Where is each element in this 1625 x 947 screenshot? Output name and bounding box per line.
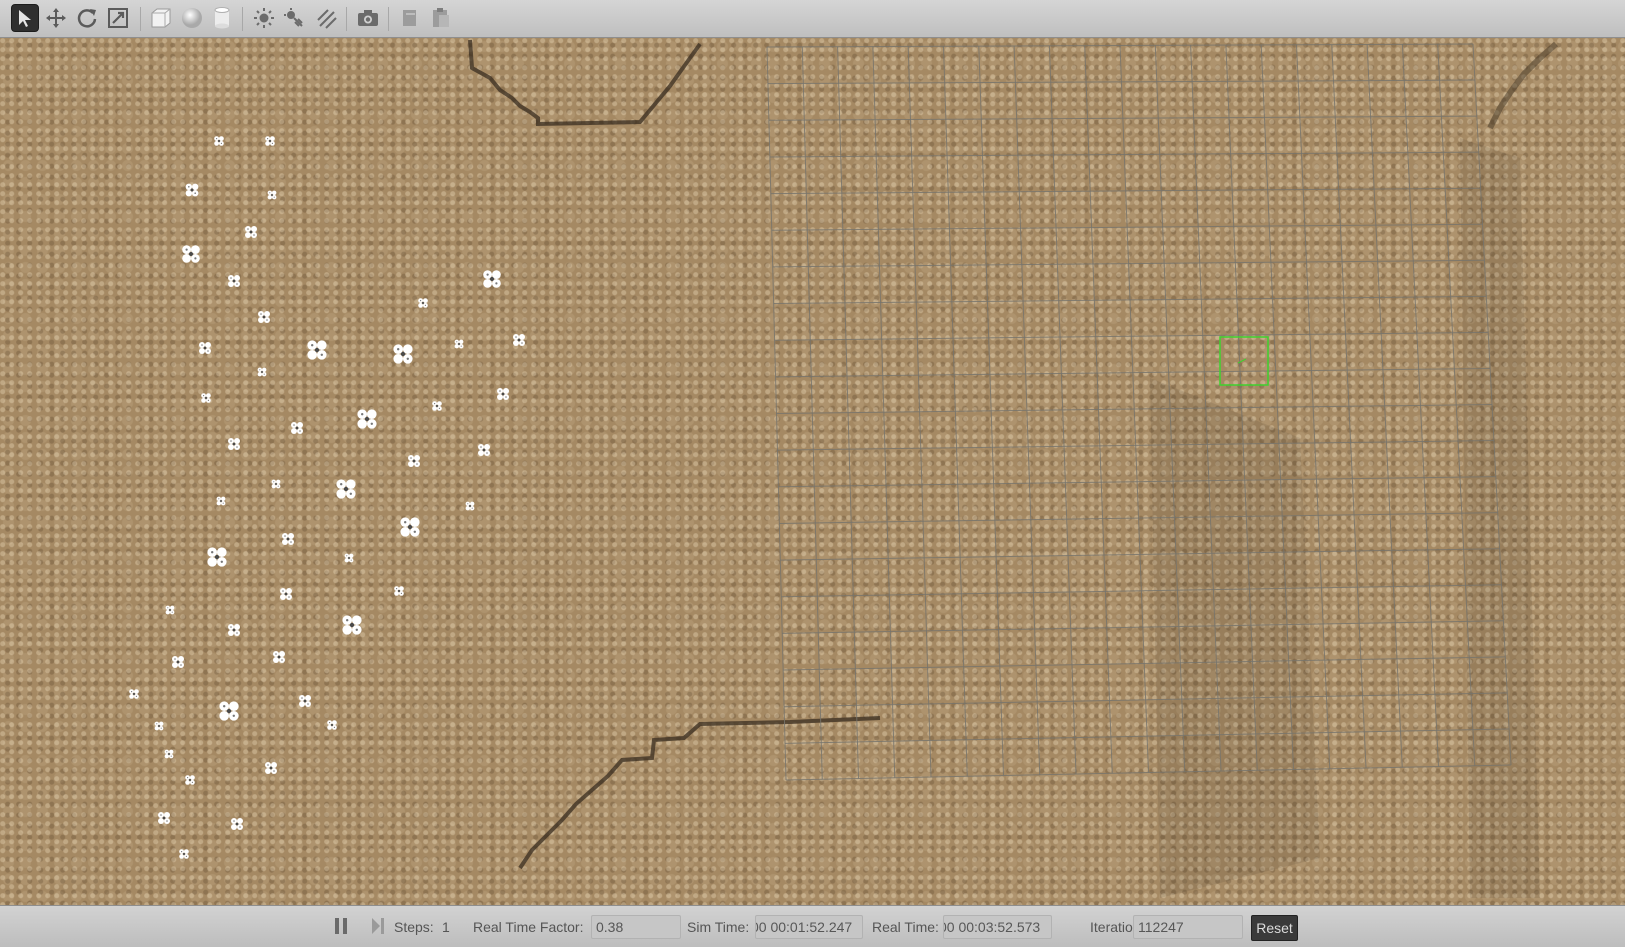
quadrotor-model[interactable]	[185, 183, 199, 197]
quadrotor-swarm	[129, 136, 525, 859]
quadrotor-model[interactable]	[327, 720, 337, 730]
quadrotor-model[interactable]	[185, 775, 195, 785]
quadrotor-model[interactable]	[483, 270, 501, 288]
quadrotor-model[interactable]	[336, 479, 356, 499]
quadrotor-model[interactable]	[165, 605, 175, 615]
quadrotor-model[interactable]	[454, 339, 464, 349]
cylinder-shape-icon[interactable]	[208, 4, 236, 32]
quadrotor-model[interactable]	[282, 533, 294, 545]
sphere-shape-icon[interactable]	[178, 4, 206, 32]
sim-time-field: 00 00:01:52.247	[755, 915, 863, 939]
toolbar	[0, 0, 1625, 38]
quadrotor-model[interactable]	[342, 615, 362, 635]
quadrotor-model[interactable]	[271, 479, 281, 489]
quadrotor-model[interactable]	[465, 501, 475, 511]
quadrotor-model[interactable]	[199, 342, 211, 354]
quadrotor-model[interactable]	[154, 721, 164, 731]
quadrotor-model[interactable]	[265, 762, 277, 774]
quadrotor-model[interactable]	[129, 689, 139, 699]
quadrotor-model[interactable]	[228, 438, 240, 450]
rotate-icon[interactable]	[73, 4, 101, 32]
quadrotor-model[interactable]	[182, 245, 200, 263]
quadrotor-model[interactable]	[393, 344, 413, 364]
iterations-field: 112247	[1133, 915, 1243, 939]
status-bar: Steps: 1 Real Time Factor: 0.38 Sim Time…	[0, 905, 1625, 947]
quadrotor-model[interactable]	[280, 588, 292, 600]
quadrotor-model[interactable]	[258, 311, 270, 323]
quadrotor-model[interactable]	[164, 749, 174, 759]
step-forward-icon[interactable]	[371, 917, 385, 938]
toolbar-separator	[346, 7, 347, 31]
scene-render	[129, 39, 1558, 898]
toolbar-separator	[388, 7, 389, 31]
quadrotor-model[interactable]	[201, 393, 211, 403]
quadrotor-model[interactable]	[400, 517, 420, 537]
quadrotor-model[interactable]	[172, 656, 184, 668]
pause-icon[interactable]	[334, 917, 348, 938]
quadrotor-model[interactable]	[257, 367, 267, 377]
terrain-shadow	[468, 39, 1558, 870]
quadrotor-model[interactable]	[432, 401, 442, 411]
ground-grid	[766, 43, 1512, 781]
quadrotor-model[interactable]	[394, 586, 404, 596]
toolbar-separator	[140, 7, 141, 31]
selected-model-highlight[interactable]	[1219, 336, 1269, 386]
quadrotor-model[interactable]	[478, 444, 490, 456]
translate-icon[interactable]	[42, 4, 70, 32]
steps-label: Steps:	[394, 919, 434, 935]
quadrotor-model[interactable]	[267, 190, 277, 200]
camera-screenshot-icon[interactable]	[354, 4, 382, 32]
quadrotor-model[interactable]	[497, 388, 509, 400]
real-time-label: Real Time:	[872, 919, 939, 935]
point-light-icon[interactable]	[250, 4, 278, 32]
quadrotor-model[interactable]	[228, 624, 240, 636]
quadrotor-model[interactable]	[228, 275, 240, 287]
quadrotor-model[interactable]	[214, 136, 224, 146]
quadrotor-model[interactable]	[344, 553, 354, 563]
sim-time-label: Sim Time:	[687, 919, 750, 935]
quadrotor-model[interactable]	[357, 409, 377, 429]
real-time-field: 00 00:03:52.573	[943, 915, 1052, 939]
copy-icon[interactable]	[396, 4, 424, 32]
quadrotor-model[interactable]	[291, 422, 303, 434]
quadrotor-model[interactable]	[273, 651, 285, 663]
quadrotor-model[interactable]	[219, 701, 239, 721]
toolbar-separator	[242, 7, 243, 31]
directional-light-icon[interactable]	[312, 4, 340, 32]
quadrotor-model[interactable]	[418, 298, 428, 308]
quadrotor-model[interactable]	[307, 340, 327, 360]
quadrotor-model[interactable]	[231, 818, 243, 830]
select-arrow-icon[interactable]	[11, 4, 39, 32]
real-time-factor-label: Real Time Factor:	[473, 919, 584, 935]
paste-icon[interactable]	[427, 4, 455, 32]
quadrotor-model[interactable]	[408, 455, 420, 467]
quadrotor-model[interactable]	[216, 496, 226, 506]
terrain-shading	[1150, 138, 1540, 898]
real-time-factor-field: 0.38	[591, 915, 681, 939]
quadrotor-model[interactable]	[245, 226, 257, 238]
quadrotor-model[interactable]	[265, 136, 275, 146]
box-shape-icon[interactable]	[147, 4, 175, 32]
steps-value[interactable]: 1	[442, 919, 450, 935]
quadrotor-model[interactable]	[207, 547, 227, 567]
quadrotor-model[interactable]	[513, 334, 525, 346]
reset-button[interactable]: Reset	[1251, 915, 1298, 941]
scene-viewport[interactable]	[0, 38, 1625, 905]
quadrotor-model[interactable]	[179, 849, 189, 859]
quadrotor-model[interactable]	[158, 812, 170, 824]
scale-icon[interactable]	[104, 4, 132, 32]
spot-light-icon[interactable]	[280, 4, 308, 32]
quadrotor-model[interactable]	[299, 695, 311, 707]
